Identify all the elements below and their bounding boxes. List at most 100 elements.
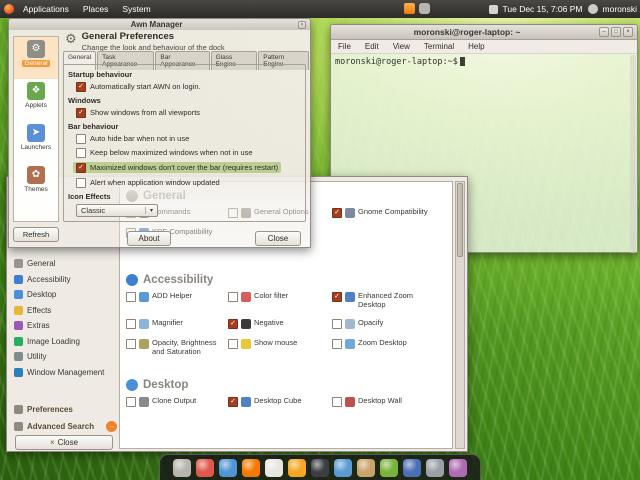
sidebar-item-general[interactable]: General: [7, 257, 119, 270]
terminal-menu-edit[interactable]: Edit: [358, 42, 386, 51]
refresh-button[interactable]: Refresh: [13, 227, 59, 242]
plugin-opacify[interactable]: Opacify: [332, 319, 453, 329]
preferences-title: General Preferences: [82, 31, 225, 42]
terminal-menu-help[interactable]: Help: [461, 42, 491, 51]
dock-icon-12[interactable]: [426, 459, 444, 477]
volume-icon[interactable]: [419, 3, 430, 14]
terminal-titlebar[interactable]: moronski@roger-laptop: ~ – □ ×: [331, 25, 637, 40]
plugin-label: Desktop Wall: [358, 397, 402, 406]
mail-icon[interactable]: [489, 5, 498, 14]
plugin-zoom-desktop[interactable]: Zoom Desktop: [332, 339, 453, 356]
sidebar-item-utility[interactable]: Utility: [7, 350, 119, 363]
dock-icon-13[interactable]: [449, 459, 467, 477]
checkbox[interactable]: ✓: [76, 108, 86, 118]
checkbox[interactable]: [76, 148, 86, 158]
dock-icon-10[interactable]: [380, 459, 398, 477]
option-maximized-windows-don-t-cover-the-bar-requires-restart[interactable]: ✓Maximized windows don't cover the bar (…: [73, 162, 281, 173]
checkbox[interactable]: [126, 292, 136, 302]
sidebar-item-themes[interactable]: ✿Themes: [14, 163, 58, 205]
checkbox[interactable]: ✓: [332, 292, 342, 302]
menu-system[interactable]: System: [115, 4, 157, 14]
option-show-windows-from-all-viewports[interactable]: ✓Show windows from all viewports: [76, 108, 305, 117]
dock-icon-1[interactable]: [173, 459, 191, 477]
plugin-color-filter[interactable]: Color filter: [228, 292, 332, 309]
menu-places[interactable]: Places: [76, 4, 116, 14]
dock-icon-8[interactable]: [334, 459, 352, 477]
dock-icon-7[interactable]: [311, 459, 329, 477]
checkbox[interactable]: [228, 339, 238, 349]
plugin-desktop-wall[interactable]: Desktop Wall: [332, 397, 453, 407]
option-auto-hide-bar-when-not-in-use[interactable]: Auto hide bar when not in use: [76, 134, 305, 143]
update-icon[interactable]: [404, 3, 415, 14]
distributor-logo-icon[interactable]: [4, 4, 14, 14]
terminal-menu-view[interactable]: View: [386, 42, 417, 51]
terminal-menu-file[interactable]: File: [331, 42, 358, 51]
plugin-gnome-compatibility[interactable]: ✓Gnome Compatibility: [332, 208, 453, 218]
plugin-show-mouse[interactable]: Show mouse: [228, 339, 332, 356]
checkbox[interactable]: ✓: [76, 82, 86, 92]
checkbox[interactable]: ✓: [76, 163, 86, 173]
dock-icon-9[interactable]: [357, 459, 375, 477]
option-alert-when-application-window-updated[interactable]: Alert when application window updated: [76, 178, 305, 187]
plugin-desktop-cube[interactable]: ✓Desktop Cube: [228, 397, 332, 407]
option-automatically-start-awn-on-login[interactable]: ✓Automatically start AWN on login.: [76, 82, 305, 91]
checkbox[interactable]: [126, 339, 136, 349]
top-panel: ApplicationsPlacesSystem Tue Dec 15, 7:0…: [0, 0, 640, 18]
ccsm-close-button[interactable]: × Close: [15, 435, 113, 450]
checkbox[interactable]: [228, 292, 238, 302]
sidebar-item-desktop[interactable]: Desktop: [7, 288, 119, 301]
close-button[interactable]: ×: [623, 27, 633, 37]
checkbox[interactable]: [76, 134, 86, 144]
icon-effects-dropdown[interactable]: Classic ▾: [76, 204, 158, 217]
plugin-clone-output[interactable]: Clone Output: [126, 397, 228, 407]
sidebar-item-general[interactable]: ⚙ General: [14, 37, 58, 79]
checkbox[interactable]: ✓: [332, 208, 342, 218]
checkbox[interactable]: [126, 397, 136, 407]
sidebar-item-preferences[interactable]: Preferences: [14, 405, 73, 414]
plugin-opacity-brightness-and-saturation[interactable]: Opacity, Brightness and Saturation: [126, 339, 228, 356]
sidebar-item-advanced-search[interactable]: Advanced Search →: [14, 421, 117, 432]
checkbox[interactable]: [332, 319, 342, 329]
checkbox[interactable]: [126, 319, 136, 329]
checkbox[interactable]: [332, 397, 342, 407]
about-button[interactable]: About: [127, 231, 171, 246]
close-button[interactable]: ×: [298, 21, 306, 29]
dock-icon-2[interactable]: [196, 459, 214, 477]
sidebar-item-extras[interactable]: Extras: [7, 319, 119, 332]
preferences-label: Preferences: [27, 405, 73, 414]
ccsm-scrollbar[interactable]: [455, 181, 465, 449]
minimize-button[interactable]: –: [599, 27, 609, 37]
advanced-search-arrow-icon[interactable]: →: [106, 421, 117, 432]
checkbox[interactable]: ✓: [228, 397, 238, 407]
general-icon: ⚙: [27, 40, 45, 58]
sidebar-item-image-loading[interactable]: Image Loading: [7, 335, 119, 348]
sidebar-item-launchers[interactable]: ➤Launchers: [14, 121, 58, 163]
terminal-scrollbar[interactable]: [630, 55, 636, 253]
scrollbar-thumb[interactable]: [457, 183, 463, 257]
sidebar-item-effects[interactable]: Effects: [7, 304, 119, 317]
plugin-enhanced-zoom-desktop[interactable]: ✓Enhanced Zoom Desktop: [332, 292, 453, 309]
sidebar-item-label: General: [22, 60, 49, 67]
dock-icon-3[interactable]: [219, 459, 237, 477]
dock-icon-firefox[interactable]: [242, 459, 260, 477]
sidebar-item-accessibility[interactable]: Accessibility: [7, 273, 119, 286]
plugin-negative[interactable]: ✓Negative: [228, 319, 332, 329]
terminal-menu-terminal[interactable]: Terminal: [417, 42, 461, 51]
plugin-magnifier[interactable]: Magnifier: [126, 319, 228, 329]
menu-applications[interactable]: Applications: [16, 4, 76, 14]
checkbox[interactable]: [76, 178, 86, 188]
maximize-button[interactable]: □: [611, 27, 621, 37]
dock-icon-vlc[interactable]: [288, 459, 306, 477]
sidebar-item-applets[interactable]: ❖Applets: [14, 79, 58, 121]
checkbox[interactable]: [332, 339, 342, 349]
option-keep-below-maximized-windows-when-not-in-use[interactable]: Keep below maximized windows when not in…: [76, 148, 305, 157]
plugin-add-helper[interactable]: ADD Helper: [126, 292, 228, 309]
awn-close-button[interactable]: Close: [255, 231, 301, 246]
clock[interactable]: Tue Dec 15, 7:06 PM: [503, 4, 583, 14]
sidebar-item-window-management[interactable]: Window Management: [7, 366, 119, 379]
user-menu[interactable]: moronski: [603, 4, 637, 14]
dock-icon-11[interactable]: [403, 459, 421, 477]
checkbox[interactable]: ✓: [228, 319, 238, 329]
desktop-icon: [14, 290, 23, 299]
dock-icon-5[interactable]: [265, 459, 283, 477]
